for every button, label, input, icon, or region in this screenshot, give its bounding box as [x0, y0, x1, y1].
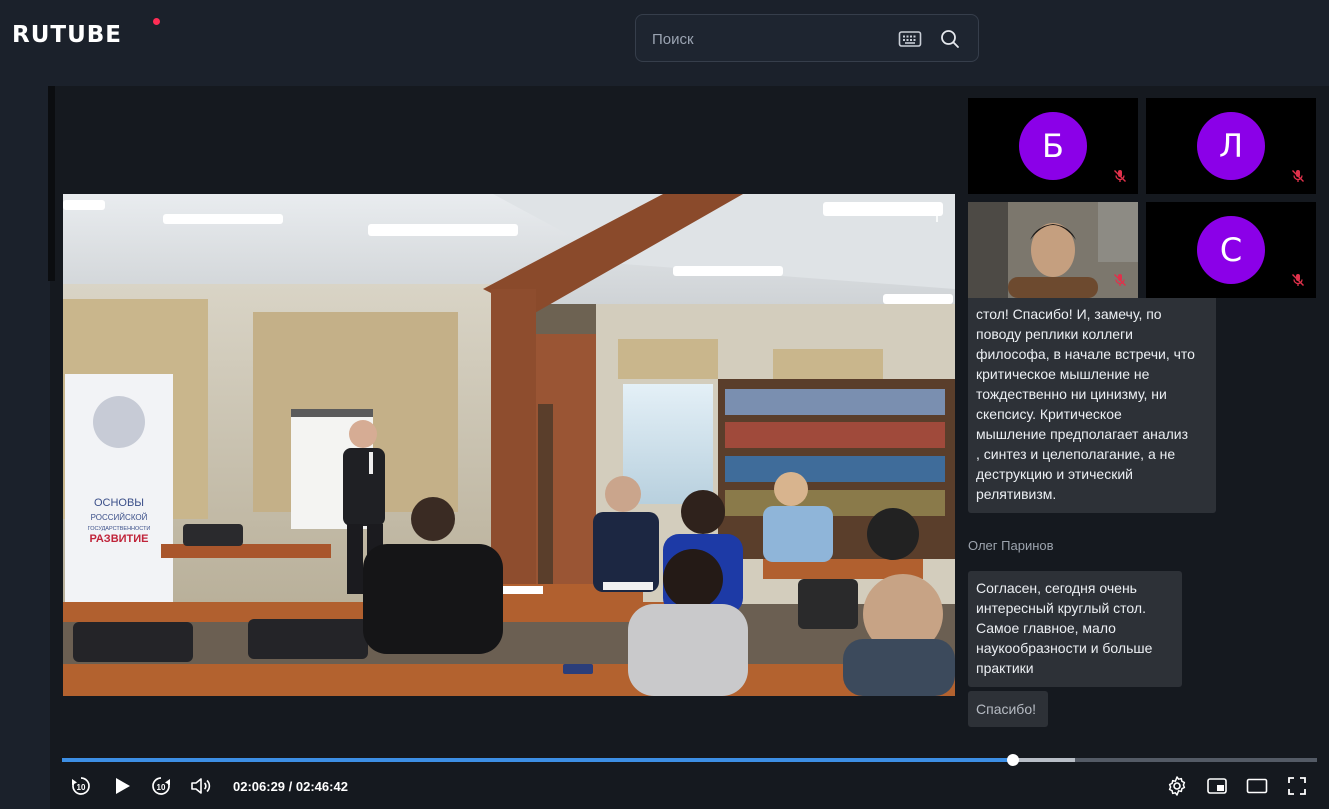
- chat-line: , синтез и целеполагание, а не: [976, 446, 1176, 462]
- mic-muted-icon: [1114, 170, 1126, 182]
- chat-line: стол! Спасибо! И, замечу, по: [976, 306, 1162, 322]
- participant-avatar: Б: [1019, 112, 1087, 180]
- participant-avatar: Л: [1197, 112, 1265, 180]
- forward-10-label: 10: [157, 783, 166, 792]
- chat-line: поводу реплики коллеги: [976, 326, 1133, 342]
- progress-bar[interactable]: [62, 754, 1317, 766]
- banner-line1: ОСНОВЫ: [94, 497, 144, 509]
- chat-line: наукообразности и больше: [976, 640, 1153, 656]
- forward-10-icon[interactable]: 10: [149, 774, 173, 798]
- total-time: 02:46:42: [295, 779, 348, 794]
- participant-avatar: С: [1197, 216, 1265, 284]
- chat-line: мышление предполагает анализ: [976, 426, 1189, 442]
- chat-message: стол! Спасибо! И, замечу, по поводу репл…: [968, 298, 1216, 513]
- banner-line4: РАЗВИТИЕ: [89, 533, 148, 545]
- search-icon[interactable]: [938, 27, 962, 51]
- mic-muted-icon: [1114, 274, 1126, 286]
- fullscreen-icon[interactable]: [1285, 774, 1309, 798]
- chat-line: Самое главное, мало: [976, 620, 1116, 636]
- banner-line2: РОССИЙСКОЙ: [91, 513, 148, 522]
- participant-tile-1[interactable]: Б: [968, 98, 1138, 194]
- logo-dot: [153, 18, 160, 25]
- chat-line: скепсису. Критическое: [976, 406, 1122, 422]
- chat-message: Спасибо!: [968, 691, 1048, 727]
- search-input[interactable]: [652, 27, 892, 51]
- progress-played: [62, 758, 1014, 762]
- current-time: 02:06:29: [233, 779, 286, 794]
- rewind-10-label: 10: [77, 783, 86, 792]
- chat-line: интересный круглый стол.: [976, 600, 1146, 616]
- time-display: 02:06:29 / 02:46:42: [233, 779, 348, 794]
- search-box[interactable]: [635, 14, 979, 62]
- chat-line: практики: [976, 660, 1034, 676]
- main-video-feed[interactable]: ОСНОВЫ РОССИЙСКОЙ ГОСУДАРСТВЕННОСТИ РАЗВ…: [63, 194, 955, 696]
- rewind-10-icon[interactable]: 10: [69, 774, 93, 798]
- chat-line: критическое мышление не: [976, 366, 1150, 382]
- participant-tile-4[interactable]: С: [1146, 202, 1316, 298]
- chat-sender-name: Олег Паринов: [968, 538, 1054, 553]
- mic-muted-icon: [1292, 170, 1304, 182]
- chat-line: Спасибо!: [976, 701, 1036, 717]
- chat-line: релятивизм.: [976, 486, 1057, 502]
- picture-in-picture-icon[interactable]: [1205, 774, 1229, 798]
- chat-line: философа, в начале встречи, что: [976, 346, 1195, 362]
- banner-line3: ГОСУДАРСТВЕННОСТИ: [88, 526, 151, 532]
- keyboard-icon[interactable]: [898, 29, 922, 49]
- participant-tile-2[interactable]: Л: [1146, 98, 1316, 194]
- chat-line: тождественно ни цинизму, ни: [976, 386, 1167, 402]
- play-icon[interactable]: [110, 774, 134, 798]
- pin-icon[interactable]: [927, 202, 947, 224]
- volume-icon[interactable]: [189, 774, 213, 798]
- mic-muted-icon: [1292, 274, 1304, 286]
- chat-line: Согласен, сегодня очень: [976, 580, 1137, 596]
- participant-tile-video[interactable]: [968, 202, 1138, 298]
- chat-message: Согласен, сегодня очень интересный кругл…: [968, 571, 1182, 687]
- top-header: RUTUBE: [0, 0, 1329, 70]
- chat-line: деструкцию и этический: [976, 466, 1133, 482]
- conference-room-scene: ОСНОВЫ РОССИЙСКОЙ ГОСУДАРСТВЕННОСТИ РАЗВ…: [63, 194, 955, 696]
- theater-mode-icon[interactable]: [1245, 774, 1269, 798]
- settings-gear-icon[interactable]: [1165, 774, 1189, 798]
- rutube-logo[interactable]: RUTUBE: [12, 22, 122, 48]
- player-edge: [48, 86, 55, 281]
- time-separator: /: [285, 779, 296, 794]
